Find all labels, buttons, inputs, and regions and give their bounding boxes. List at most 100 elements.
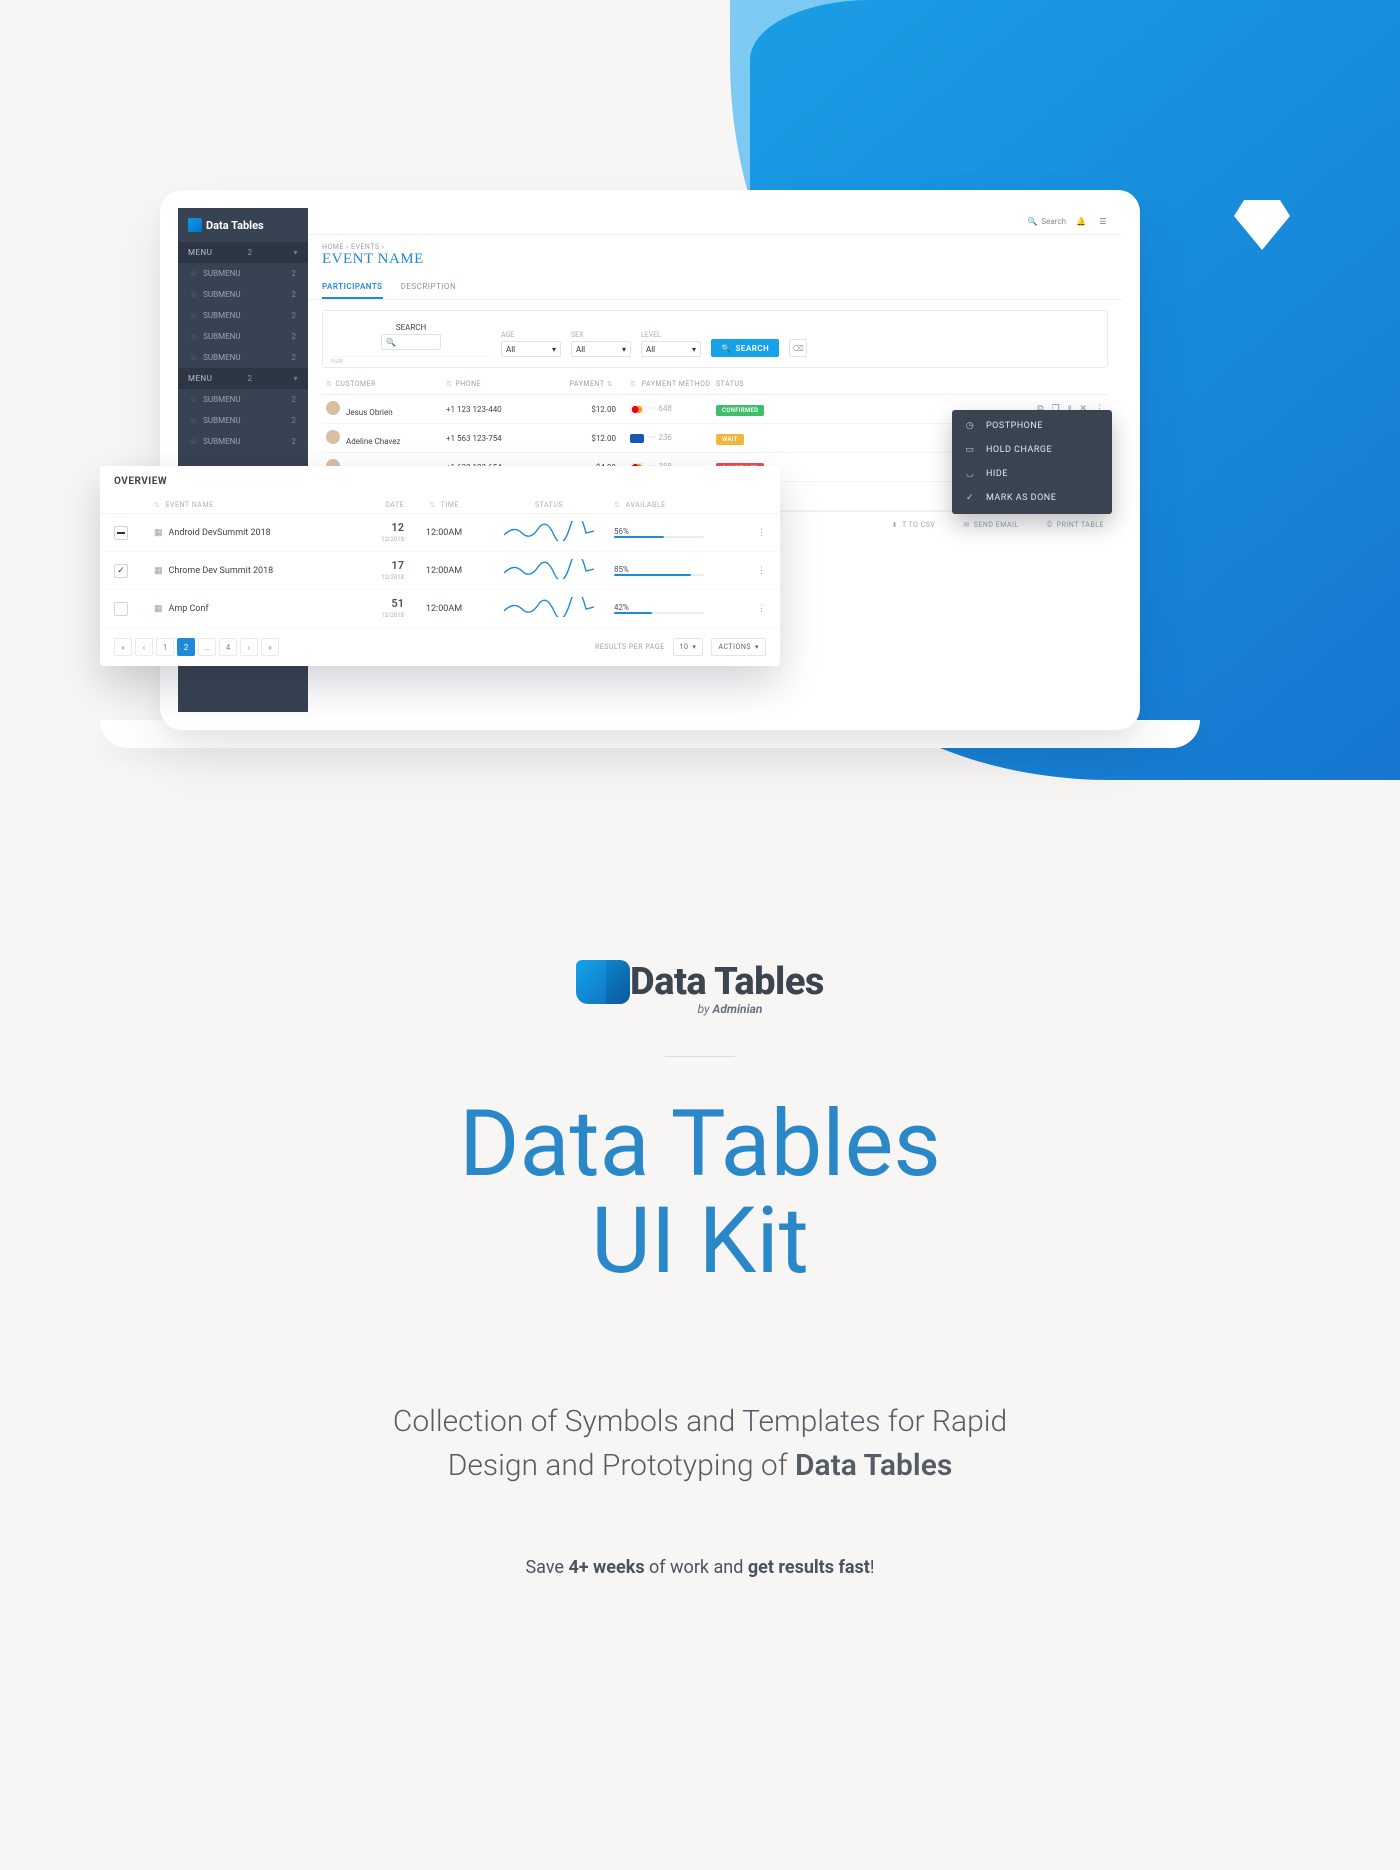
visa-icon	[630, 434, 644, 443]
sidebar-submenu-item[interactable]: ☆SUBMENU2	[178, 431, 308, 452]
search-button[interactable]: 🔍SEARCH	[711, 339, 779, 357]
page-button[interactable]: ‹	[135, 638, 153, 656]
applied-filters-label: NaN	[331, 358, 343, 365]
sidebar-submenu-item[interactable]: ☆SUBMENU2	[178, 410, 308, 431]
global-search[interactable]: 🔍 Search	[1027, 217, 1066, 226]
star-icon: ☆	[190, 395, 197, 404]
brand-name: Data Tables	[630, 960, 824, 1004]
print-icon: ⎙	[1047, 520, 1053, 529]
row-context-menu: ◷POSTPHONE ▭HOLD CHARGE ◡HIDE ✓MARK AS D…	[952, 410, 1112, 514]
filter-bar: SEARCH 🔍 AGE All▾ SEX All▾ LEVEL All▾ 🔍S…	[322, 310, 1108, 368]
page-button[interactable]: 2	[177, 638, 195, 656]
sidebar-menu-header[interactable]: MENU 2 ▾	[178, 368, 308, 389]
star-icon: ☆	[190, 311, 197, 320]
checkbox[interactable]	[114, 602, 128, 616]
sidebar-submenu-item[interactable]: ☆SUBMENU2	[178, 389, 308, 410]
filter-sex-select[interactable]: All▾	[571, 341, 631, 357]
rpp-select[interactable]: 10▾	[673, 638, 704, 656]
tabs: PARTICIPANTS DESCRIPTION	[308, 276, 1122, 300]
menu-mark-done[interactable]: ✓MARK AS DONE	[952, 486, 1112, 510]
tab-description[interactable]: DESCRIPTION	[401, 276, 457, 299]
send-email-button[interactable]: ✉SEND EMAIL	[963, 521, 1018, 529]
hero-title: Data Tables UI Kit	[0, 1097, 1400, 1290]
checkbox[interactable]: ✓	[114, 564, 128, 578]
page-button[interactable]: ...	[198, 638, 216, 656]
chevron-down-icon: ▾	[622, 345, 626, 354]
star-icon: ☆	[190, 290, 197, 299]
sidebar-submenu-item[interactable]: ☆SUBMENU2	[178, 305, 308, 326]
filter-search-input[interactable]: 🔍	[381, 334, 441, 350]
overview-row[interactable]: ▦Android DevSummit 20181212/201812:00AM5…	[100, 514, 780, 552]
menu-hold-charge[interactable]: ▭HOLD CHARGE	[952, 438, 1112, 462]
overview-row[interactable]: ✓▦Chrome Dev Summit 20181712/201812:00AM…	[100, 552, 780, 590]
more-icon[interactable]: ⋮	[757, 528, 766, 538]
sort-icon[interactable]: ⇅	[446, 380, 452, 388]
topbar: 🔍 Search 🔔 ☰	[308, 208, 1122, 235]
avatar	[326, 430, 340, 444]
menu-postphone[interactable]: ◷POSTPHONE	[952, 414, 1112, 438]
chevron-down-icon: ▾	[293, 248, 298, 257]
calendar-icon: ▦	[154, 566, 163, 576]
app-name: Data Tables	[206, 219, 264, 232]
sidebar-submenu-item[interactable]: ☆SUBMENU2	[178, 284, 308, 305]
sort-icon[interactable]: ⇅	[154, 501, 160, 509]
filter-age-select[interactable]: All▾	[501, 341, 561, 357]
overview-title: OVERVIEW	[100, 466, 780, 497]
status-badge: WAIT	[716, 434, 744, 445]
sidebar-submenu-item[interactable]: ☆SUBMENU2	[178, 347, 308, 368]
status-badge: CONFIRMED	[716, 405, 764, 416]
actions-select[interactable]: ACTIONS▾	[711, 638, 766, 656]
divider	[665, 1056, 735, 1057]
mc-icon	[630, 405, 644, 414]
app-logo: Data Tables	[178, 208, 308, 242]
sparkline-icon	[504, 559, 594, 579]
bell-icon[interactable]: 🔔	[1074, 214, 1088, 228]
page-button[interactable]: 4	[219, 638, 237, 656]
chevron-down-icon: ▾	[692, 643, 696, 651]
checkbox[interactable]	[114, 526, 128, 540]
hamburger-icon[interactable]: ☰	[1096, 214, 1110, 228]
page-button[interactable]: 1	[156, 638, 174, 656]
mail-icon: ✉	[963, 521, 969, 529]
page-title: EVENT NAME	[308, 251, 1122, 276]
sort-icon[interactable]: ⇅	[326, 380, 332, 388]
page-button[interactable]: «	[114, 638, 132, 656]
sidebar-submenu-item[interactable]: ☆SUBMENU2	[178, 263, 308, 284]
eraser-icon: ⌫	[793, 344, 804, 353]
filter-level-select[interactable]: All▾	[641, 341, 701, 357]
more-icon[interactable]: ⋮	[757, 566, 766, 576]
clear-filters-button[interactable]: ⌫	[789, 339, 807, 357]
brand-mark-icon	[576, 960, 620, 1004]
avatar	[326, 401, 340, 415]
star-icon: ☆	[190, 332, 197, 341]
sidebar-menu-header[interactable]: MENU 2 ▾	[178, 242, 308, 263]
pagination: «‹12...4›»	[114, 638, 279, 656]
menu-hide[interactable]: ◡HIDE	[952, 462, 1112, 486]
marketing-section: Data Tables by Adminian Data Tables UI K…	[0, 960, 1400, 1578]
chevron-down-icon: ▾	[755, 643, 759, 651]
brand-byline: by Adminian	[698, 1002, 763, 1016]
page-button[interactable]: »	[261, 638, 279, 656]
sort-icon[interactable]: ⇅	[614, 501, 620, 509]
sort-icon[interactable]: ⇅	[630, 380, 636, 388]
sidebar-submenu-item[interactable]: ☆SUBMENU2	[178, 326, 308, 347]
star-icon: ☆	[190, 353, 197, 362]
rpp-label: RESULTS PER PAGE	[595, 643, 665, 651]
search-icon: 🔍	[721, 344, 731, 353]
sort-icon[interactable]: ⇅	[607, 380, 613, 388]
sort-icon[interactable]: ⇅	[429, 501, 435, 509]
sparkline-icon	[504, 521, 594, 541]
search-icon: 🔍	[1027, 217, 1037, 226]
print-button[interactable]: ⎙PRINT TABLE	[1047, 520, 1104, 529]
chevron-down-icon: ▾	[293, 374, 298, 383]
star-icon: ☆	[190, 437, 197, 446]
overview-row[interactable]: ▦Amp Conf5112/201812:00AM42%⋮	[100, 590, 780, 628]
star-icon: ☆	[190, 269, 197, 278]
sketch-diamond-icon	[1234, 200, 1290, 250]
search-icon: 🔍	[386, 338, 396, 347]
page-button[interactable]: ›	[240, 638, 258, 656]
export-csv-button[interactable]: ⬇T TO CSV	[892, 521, 936, 529]
more-icon[interactable]: ⋮	[757, 604, 766, 614]
tab-participants[interactable]: PARTICIPANTS	[322, 276, 383, 299]
export-icon: ⬇	[892, 521, 898, 529]
